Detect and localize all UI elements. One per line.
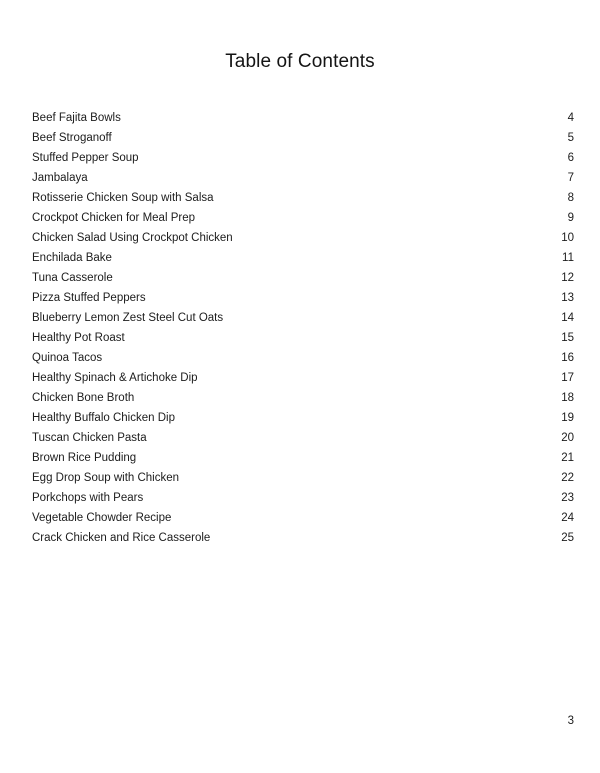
toc-entry-page-number: 12 [561, 272, 574, 284]
toc-entry-page-number: 14 [561, 312, 574, 324]
toc-entry[interactable]: Egg Drop Soup with Chicken 22 [32, 468, 574, 488]
toc-entry-page-number: 9 [567, 212, 574, 224]
toc-entry[interactable]: Porkchops with Pears 23 [32, 488, 574, 508]
toc-entry-page-number: 22 [561, 472, 574, 484]
toc-entry[interactable]: Jambalaya 7 [32, 168, 574, 188]
document-page: Table of Contents Beef Fajita Bowls 4 Beef… [0, 0, 600, 773]
toc-entry-page-number: 11 [562, 252, 574, 264]
toc-entry-title: Vegetable Chowder Recipe [32, 512, 172, 524]
toc-entry-title: Blueberry Lemon Zest Steel Cut Oats [32, 312, 224, 324]
toc-entry-title: Brown Rice Pudding [32, 452, 137, 464]
toc-entry-title: Crockpot Chicken for Meal Prep [32, 212, 195, 224]
toc-entry-title: Chicken Salad Using Crockpot Chicken [32, 232, 233, 244]
toc-entry-page-number: 10 [561, 232, 574, 244]
toc-entry-title: Enchilada Bake [32, 252, 112, 264]
toc-entry-page-number: 18 [561, 392, 574, 404]
toc-entry-page-number: 6 [567, 152, 574, 164]
toc-entry-page-number: 20 [561, 432, 574, 444]
toc-entry[interactable]: Tuscan Chicken Pasta 20 [32, 428, 574, 448]
toc-entry-title: Healthy Pot Roast [32, 332, 125, 344]
toc-entry-title: Tuscan Chicken Pasta [32, 432, 147, 444]
toc-entry-page-number: 24 [561, 512, 574, 524]
toc-entry[interactable]: Healthy Buffalo Chicken Dip 19 [32, 408, 574, 428]
toc-entry[interactable]: Blueberry Lemon Zest Steel Cut Oats 14 [32, 308, 574, 328]
toc-entry-title: Beef Fajita Bowls [32, 112, 121, 124]
toc-entry[interactable]: Quinoa Tacos 16 [32, 348, 574, 368]
toc-entry-page-number: 16 [561, 352, 574, 364]
page-title: Table of Contents [225, 50, 375, 72]
toc-entry[interactable]: Brown Rice Pudding 21 [32, 448, 574, 468]
toc-entry-title: Jambalaya [32, 172, 88, 184]
toc-entry-title: Porkchops with Pears [32, 492, 144, 504]
toc-entry-title: Crack Chicken and Rice Casserole [32, 532, 211, 544]
toc-entry-page-number: 5 [567, 132, 574, 144]
toc-entry[interactable]: Beef Fajita Bowls 4 [32, 108, 574, 128]
page-footer-number: 3 [567, 715, 574, 727]
toc-entry[interactable]: Healthy Pot Roast 15 [32, 328, 574, 348]
toc-entry[interactable]: Crockpot Chicken for Meal Prep 9 [32, 208, 574, 228]
toc-entry-title: Healthy Spinach & Artichoke Dip [32, 372, 198, 384]
toc-entry-title: Chicken Bone Broth [32, 392, 135, 404]
toc-entry[interactable]: Chicken Salad Using Crockpot Chicken 10 [32, 228, 574, 248]
toc-entry-page-number: 13 [561, 292, 574, 304]
toc-entry-title: Rotisserie Chicken Soup with Salsa [32, 192, 214, 204]
toc-entry-page-number: 17 [561, 372, 574, 384]
toc-entry[interactable]: Beef Stroganoff 5 [32, 128, 574, 148]
toc-entry[interactable]: Vegetable Chowder Recipe 24 [32, 508, 574, 528]
toc-entry-title: Quinoa Tacos [32, 352, 103, 364]
toc-entry-page-number: 4 [567, 112, 574, 124]
toc-entry-title: Tuna Casserole [32, 272, 113, 284]
toc-entry[interactable]: Crack Chicken and Rice Casserole 25 [32, 528, 574, 548]
toc-entry-page-number: 15 [561, 332, 574, 344]
toc-entry-page-number: 8 [567, 192, 574, 204]
toc-entry-title: Stuffed Pepper Soup [32, 152, 139, 164]
toc-entry-page-number: 25 [561, 532, 574, 544]
toc-entry-page-number: 19 [561, 412, 574, 424]
toc-entry[interactable]: Tuna Casserole 12 [32, 268, 574, 288]
toc-entry-title: Egg Drop Soup with Chicken [32, 472, 180, 484]
toc-entry-title: Beef Stroganoff [32, 132, 112, 144]
toc-entry-page-number: 7 [567, 172, 574, 184]
toc-entry-page-number: 21 [561, 452, 574, 464]
toc-entry[interactable]: Rotisserie Chicken Soup with Salsa 8 [32, 188, 574, 208]
toc-entry[interactable]: Enchilada Bake 11 [32, 248, 574, 268]
toc-entry[interactable]: Stuffed Pepper Soup 6 [32, 148, 574, 168]
toc-entry-page-number: 23 [561, 492, 574, 504]
toc-entry-title: Healthy Buffalo Chicken Dip [32, 412, 175, 424]
toc-entry[interactable]: Pizza Stuffed Peppers 13 [32, 288, 574, 308]
toc-entry[interactable]: Chicken Bone Broth 18 [32, 388, 574, 408]
toc-entry[interactable]: Healthy Spinach & Artichoke Dip 17 [32, 368, 574, 388]
toc-entry-title: Pizza Stuffed Peppers [32, 292, 146, 304]
table-of-contents-list: Beef Fajita Bowls 4 Beef Stroganoff 5 Stuffe… [32, 108, 574, 548]
